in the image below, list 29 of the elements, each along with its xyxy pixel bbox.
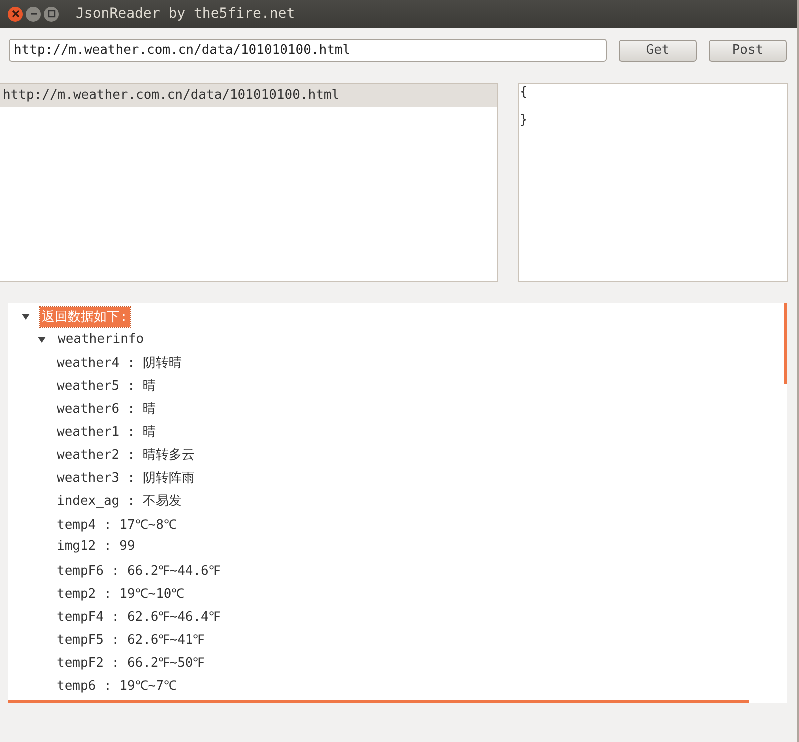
expander-icon[interactable] <box>22 312 30 320</box>
window-title: JsonReader by the5fire.net <box>76 6 296 22</box>
expander-icon[interactable] <box>38 336 46 344</box>
tree-node[interactable]: weather5 : 晴 <box>55 376 158 396</box>
tree-node[interactable]: weather4 : 阴转晴 <box>55 352 184 372</box>
vertical-scrollbar[interactable] <box>784 303 787 384</box>
tree-node[interactable]: weather2 : 晴转多云 <box>55 444 198 464</box>
json-text-area[interactable]: { } <box>518 83 788 282</box>
tree-node[interactable]: weather1 : 晴 <box>55 422 158 442</box>
action-button[interactable]: Post <box>709 40 787 62</box>
maximize-icon[interactable] <box>44 6 59 22</box>
tree-node[interactable]: temp6 : 19℃~7℃ <box>55 674 179 694</box>
tree-node[interactable]: temp2 : 19℃~10℃ <box>55 582 187 602</box>
tree-node[interactable]: tempF5 : 62.6℉~41℉ <box>55 628 206 648</box>
tree-node[interactable]: tempF6 : 66.2℉~44.6℉ <box>55 560 222 580</box>
horizontal-scrollbar[interactable] <box>8 700 749 703</box>
tree-node[interactable]: index_ag : 不易发 <box>55 490 184 510</box>
tree-node[interactable]: tempF4 : 62.6℉~46.4℉ <box>55 606 222 626</box>
tree-node[interactable]: weather3 : 阴转阵雨 <box>55 468 198 488</box>
url-field[interactable]: http://m.weather.com.cn/data/101010100.html <box>9 39 607 62</box>
history-item[interactable]: http://m.weather.com.cn/data/101010100.html <box>0 84 497 107</box>
minimize-icon[interactable] <box>26 6 41 22</box>
tree-node[interactable]: weatherinfo <box>56 331 146 348</box>
tree-node[interactable]: img12 : 99 <box>55 538 138 555</box>
action-button[interactable]: Get <box>619 40 697 62</box>
tree-node[interactable]: tempF2 : 66.2℉~50℉ <box>55 652 206 672</box>
tree-node[interactable]: temp4 : 17℃~8℃ <box>55 514 179 534</box>
close-icon[interactable] <box>8 6 23 22</box>
tree-node[interactable]: weather6 : 晴 <box>55 398 158 418</box>
